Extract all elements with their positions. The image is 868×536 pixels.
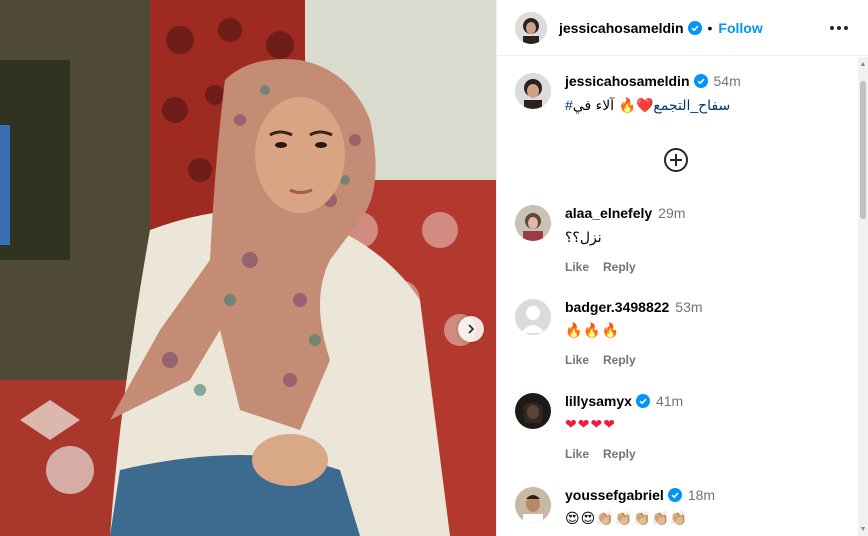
caption-avatar[interactable] <box>515 73 551 109</box>
verified-badge-icon <box>693 74 708 88</box>
post-header: jessicahosameldin • Follow <box>497 0 868 56</box>
follow-button[interactable]: Follow <box>718 20 762 36</box>
reply-comment-button[interactable]: Reply <box>603 353 636 367</box>
reply-comment-button[interactable]: Reply <box>603 447 636 461</box>
more-horizontal-icon <box>830 26 848 30</box>
more-options-button[interactable] <box>827 18 851 38</box>
add-circle-icon <box>664 148 688 172</box>
separator-dot: • <box>707 19 713 36</box>
commenter-username[interactable]: youssefgabriel <box>565 487 664 503</box>
comment-text: ❤❤❤❤ <box>565 417 616 433</box>
like-comment-button[interactable]: Like <box>565 353 589 367</box>
reply-comment-button[interactable]: Reply <box>603 260 636 274</box>
caption-username[interactable]: jessicahosameldin <box>565 73 690 89</box>
commenter-avatar[interactable] <box>515 487 551 523</box>
commenter-avatar[interactable] <box>515 205 551 241</box>
scrollbar-thumb[interactable] <box>860 81 866 219</box>
commenter-username[interactable]: lillysamyx <box>565 393 632 409</box>
verified-badge-icon <box>667 488 682 502</box>
commenter-username[interactable]: badger.3498822 <box>565 299 669 315</box>
comment-text: 🔥🔥🔥 <box>565 323 621 339</box>
scroll-down-icon[interactable]: ▼ <box>859 526 867 534</box>
post-side-panel: jessicahosameldin • Follow jessicahosame… <box>496 0 868 536</box>
post-media[interactable] <box>0 0 496 536</box>
comment-item: alaa_elnefely 29m نزل؟؟ Like Reply <box>515 205 685 274</box>
commenter-avatar-default[interactable] <box>515 299 551 335</box>
like-comment-button[interactable]: Like <box>565 447 589 461</box>
caption-text-prefix: ❤️🔥 آلاء في <box>572 98 654 114</box>
verified-badge-icon <box>687 20 702 35</box>
verified-badge-icon <box>635 394 650 408</box>
comment-time: 18m <box>687 487 716 503</box>
post-photo <box>0 0 496 536</box>
comments-scroll-area[interactable]: jessicahosameldin 54m #سفاح_التجمع❤️🔥 آلا… <box>497 57 868 536</box>
load-more-comments-button[interactable] <box>663 147 689 173</box>
caption-time: 54m <box>713 73 741 89</box>
comment-item: youssefgabriel 18m 😍😍👏🏼👏🏼👏🏼👏🏼👏🏼 <box>515 487 715 527</box>
vertical-scrollbar[interactable]: ▲ ▼ <box>858 57 868 536</box>
author-avatar[interactable] <box>515 11 547 44</box>
comment-item: lillysamyx 41m ❤❤❤❤ Like Reply <box>515 393 683 461</box>
comment-time: 53m <box>675 299 703 315</box>
comment-text: 😍😍👏🏼👏🏼👏🏼👏🏼👏🏼 <box>565 511 689 527</box>
commenter-username[interactable]: alaa_elnefely <box>565 205 652 221</box>
comment-time: 29m <box>658 205 686 221</box>
comment-text: نزل؟؟ <box>565 229 602 245</box>
comment-item: badger.3498822 53m 🔥🔥🔥 Like Reply <box>515 299 703 367</box>
scroll-up-icon[interactable]: ▲ <box>859 61 867 69</box>
author-username[interactable]: jessicahosameldin <box>559 20 684 36</box>
comment-time: 41m <box>655 393 684 409</box>
next-photo-button[interactable] <box>458 316 484 342</box>
caption: jessicahosameldin 54m #سفاح_التجمع❤️🔥 آلا… <box>515 73 741 114</box>
commenter-avatar[interactable] <box>515 393 551 429</box>
chevron-right-icon <box>468 324 475 334</box>
caption-text: #سفاح_التجمع❤️🔥 آلاء في <box>565 97 741 114</box>
like-comment-button[interactable]: Like <box>565 260 589 274</box>
